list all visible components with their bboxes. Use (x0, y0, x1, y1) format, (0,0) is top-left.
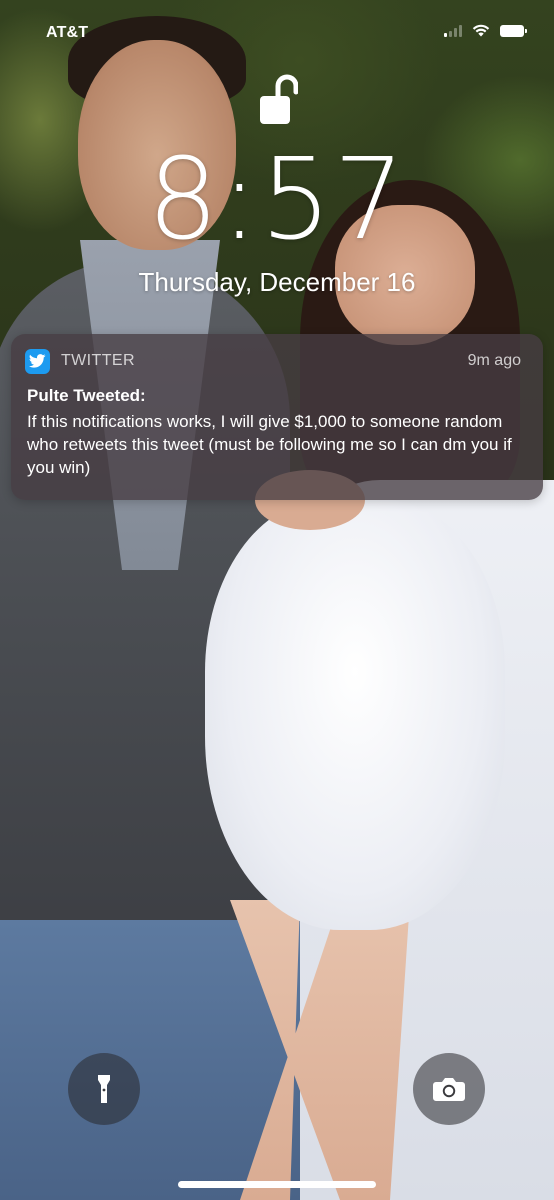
notification-body: If this notifications works, I will give… (27, 412, 512, 477)
flashlight-button[interactable] (68, 1053, 140, 1125)
lock-screen-date: Thursday, December 16 (138, 267, 416, 297)
notification-app-name: TWITTER (61, 352, 135, 369)
notification-title: Pulte Tweeted: (27, 386, 146, 405)
lock-screen-time: 8:57 (147, 135, 407, 265)
flashlight-icon (98, 1075, 110, 1103)
signal-icon (444, 24, 462, 37)
camera-icon (433, 1078, 465, 1101)
unlocked-padlock-icon (260, 74, 298, 124)
wifi-icon (472, 24, 490, 37)
twitter-bird-icon (25, 348, 50, 374)
carrier-label: AT&T (46, 24, 89, 41)
notification-header: TWITTER 9m ago (25, 348, 521, 374)
status-icons (444, 24, 527, 37)
wallpaper-baby-dress (205, 500, 505, 930)
camera-button[interactable] (413, 1053, 485, 1125)
notification-timestamp: 9m ago (467, 352, 521, 369)
home-indicator[interactable] (178, 1181, 376, 1188)
twitter-notification[interactable]: TWITTER 9m ago Pulte Tweeted: If this no… (11, 334, 543, 500)
battery-icon (500, 24, 527, 37)
status-bar: AT&T (0, 0, 554, 60)
